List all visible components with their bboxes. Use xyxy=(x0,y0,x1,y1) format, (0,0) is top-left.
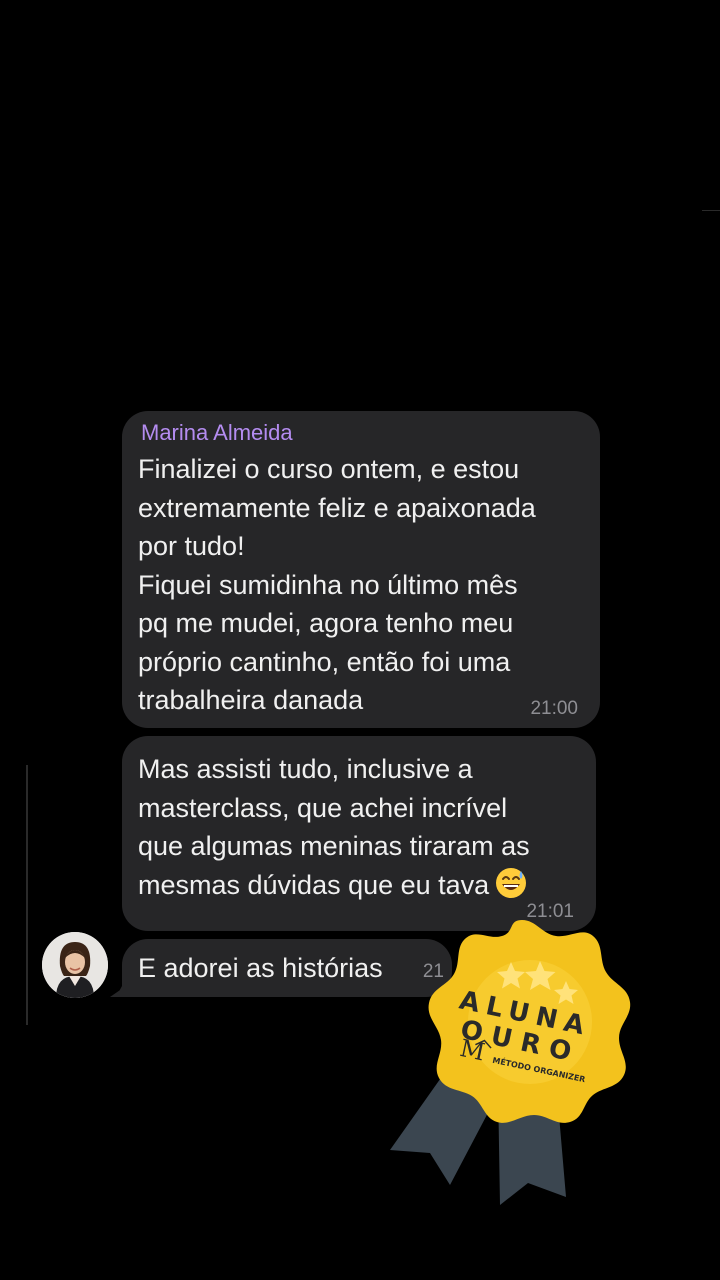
message-text-2: Mas assisti tudo, inclusive a masterclas… xyxy=(138,750,576,904)
screen-edge-left xyxy=(26,765,28,1025)
screen-edge-right xyxy=(702,210,720,211)
grinning-sweat-emoji xyxy=(495,867,527,899)
sender-name[interactable]: Marina Almeida xyxy=(141,419,580,447)
message-time-1: 21:00 xyxy=(530,698,578,719)
message-text-2-body: Mas assisti tudo, inclusive a masterclas… xyxy=(138,754,530,900)
message-text-1: Finalizei o curso ontem, e estou extrema… xyxy=(138,454,536,715)
sender-avatar[interactable] xyxy=(42,932,108,998)
message-bubble-2[interactable]: Mas assisti tudo, inclusive a masterclas… xyxy=(122,736,596,931)
message-bubble-1[interactable]: Marina Almeida Finalizei o curso ontem, … xyxy=(122,411,600,728)
aluna-ouro-badge: ALUNA OURO M MÉTODO ORGANIZER xyxy=(388,915,638,1215)
